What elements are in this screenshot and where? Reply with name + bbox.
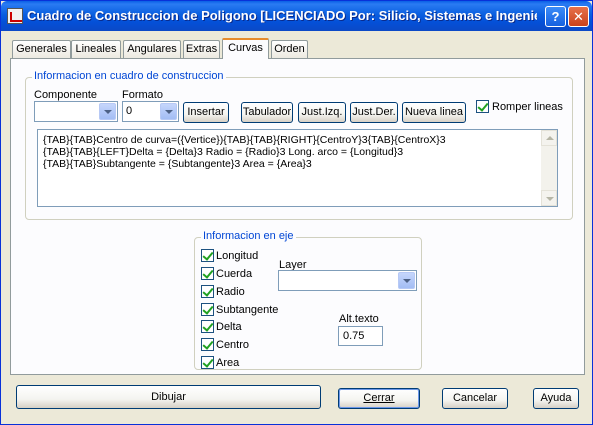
radio-label: Radio [216,286,245,298]
alt-texto-value: 0.75 [343,330,365,342]
help-title-button[interactable]: ? [545,6,566,27]
chevron-down-icon[interactable] [398,272,415,289]
scroll-up-icon[interactable] [541,130,557,146]
componente-label: Componente [34,89,97,101]
componente-select[interactable] [34,101,118,122]
info-eje-title: Informacion en eje [201,230,296,242]
centro-checkbox[interactable] [201,338,214,351]
cancelar-label: Cancelar [452,392,498,404]
longitud-label: Longitud [216,250,259,262]
tab-lineales[interactable]: Lineales [71,40,121,58]
area-checkbox[interactable] [201,356,214,369]
formato-value: 0 [126,105,133,117]
layer-select[interactable] [278,270,417,291]
cancelar-button[interactable]: Cancelar [442,388,508,409]
scroll-down-icon[interactable] [541,190,557,206]
textarea-scrollbar[interactable] [541,130,557,206]
template-line: {TAB}{TAB}{LEFT}Delta = {Delta}3 Radio =… [43,146,404,158]
nueva-linea-button[interactable]: Nueva linea [402,102,466,123]
tabulador-button[interactable]: Tabulador [241,102,293,123]
tab-angulares[interactable]: Angulares [123,40,181,58]
ayuda-button[interactable]: Ayuda [533,388,579,409]
tab-extras[interactable]: Extras [183,40,220,58]
just-der-button[interactable]: Just.Der. [350,102,398,123]
template-textarea[interactable]: {TAB}{TAB}Centro de curva=({Vertice}){TA… [37,129,558,207]
chevron-down-icon[interactable] [160,103,177,120]
window-title: Cuadro de Construccion de Poligono [LICE… [27,8,537,23]
tab-generales[interactable]: Generales [12,40,71,58]
insertar-button[interactable]: Insertar [183,102,229,123]
area-label: Area [216,357,240,369]
ayuda-label: Ayuda [540,392,572,404]
delta-checkbox[interactable] [201,320,214,333]
romper-lineas-label: Romper lineas [492,101,563,113]
chevron-down-icon[interactable] [99,103,116,120]
template-line: {TAB}{TAB}Subtangente = {Subtangente}3 A… [43,158,312,170]
cerrar-button[interactable]: Cerrar [338,388,420,409]
cuerda-label: Cuerda [216,268,253,280]
romper-lineas-checkbox[interactable] [476,100,489,113]
tab-orden[interactable]: Orden [271,40,308,58]
title-bar[interactable]: Cuadro de Construccion de Poligono [LICE… [1,1,592,31]
template-line: {TAB}{TAB}Centro de curva=({Vertice}){TA… [43,134,446,146]
cuerda-checkbox[interactable] [201,267,214,280]
close-title-button[interactable]: ✕ [568,6,589,27]
longitud-checkbox[interactable] [201,249,214,262]
formato-label: Formato [122,89,163,101]
info-construccion-title: Informacion en cuadro de construccion [32,70,226,82]
just-izq-button[interactable]: Just.Izq. [298,102,346,123]
radio-checkbox[interactable] [201,285,214,298]
cerrar-label: Cerrar [363,392,395,404]
alt-texto-input[interactable]: 0.75 [338,326,383,346]
centro-label: Centro [216,339,250,351]
formato-select[interactable]: 0 [122,101,179,122]
dibujar-button[interactable]: Dibujar [16,385,321,409]
alt-texto-label: Alt.texto [339,313,379,325]
tab-curvas[interactable]: Curvas [222,38,269,59]
subtangente-label: Subtangente [216,304,279,316]
subtangente-checkbox[interactable] [201,303,214,316]
delta-label: Delta [216,321,242,333]
dialog-window: Cuadro de Construccion de Poligono [LICE… [0,0,593,425]
app-icon[interactable] [7,8,23,24]
